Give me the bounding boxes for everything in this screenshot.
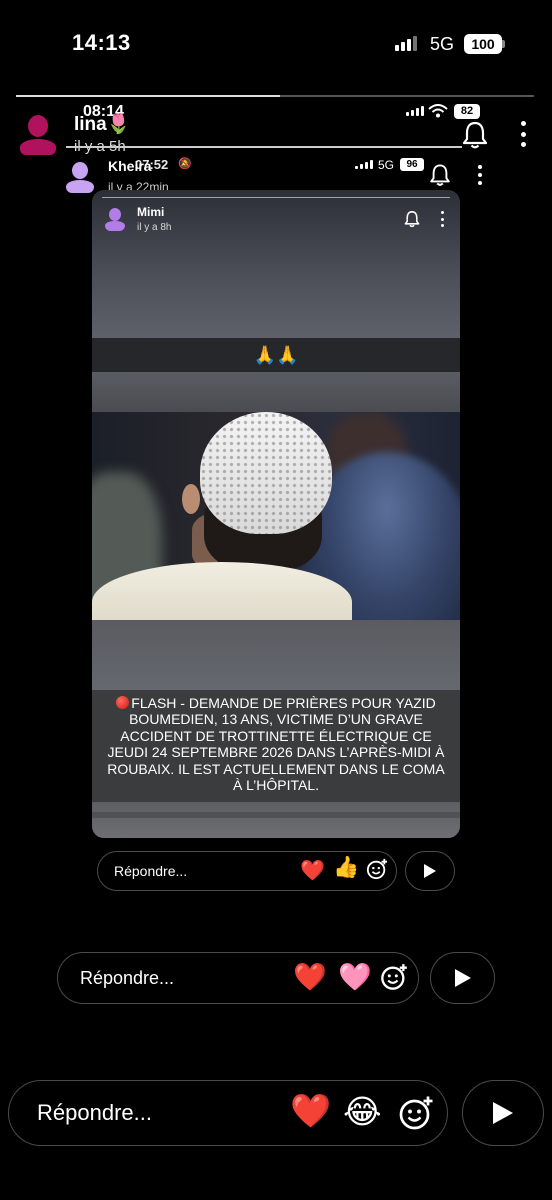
reply-placeholder: Répondre...: [114, 863, 188, 879]
bell-icon[interactable]: [460, 120, 490, 150]
status-time: 14:13: [72, 30, 131, 55]
story-progress-bar: [16, 95, 534, 97]
nested2-signal-icon: [355, 160, 373, 169]
heart-reaction[interactable]: ❤️: [290, 1092, 331, 1131]
signal-icon: [395, 36, 417, 51]
nested-progress-bar: [66, 146, 462, 148]
reply-input[interactable]: Répondre...: [8, 1080, 448, 1146]
more-vertical-icon[interactable]: [476, 165, 484, 185]
battery-level: 100: [464, 34, 502, 54]
red-circle-icon: [116, 696, 130, 709]
avatar-lina[interactable]: [20, 115, 56, 157]
heart-reaction[interactable]: ❤️: [293, 961, 327, 993]
nested-battery-level: 82: [454, 104, 480, 119]
avatar-mimi[interactable]: [105, 208, 125, 232]
send-button[interactable]: [405, 851, 455, 891]
nested2-network-type: 5G: [378, 158, 395, 172]
reply-placeholder: Répondre...: [80, 967, 175, 988]
caption-spacer: [92, 372, 460, 412]
battery-cap: [502, 40, 505, 48]
more-vertical-icon[interactable]: [439, 211, 445, 227]
add-reaction-icon[interactable]: [366, 858, 388, 880]
more-vertical-icon[interactable]: [518, 121, 528, 147]
add-reaction-icon[interactable]: [380, 963, 408, 991]
inner-progress-bar: [102, 197, 450, 198]
laughing-reaction[interactable]: 😂: [343, 1092, 382, 1131]
network-type: 5G: [430, 34, 455, 54]
heart-reaction[interactable]: ❤️: [300, 858, 325, 883]
pink-heart-reaction[interactable]: 🩷: [338, 961, 372, 993]
flash-text: FLASH - DEMANDE DE PRIÈRES POUR YAZID BO…: [107, 695, 445, 794]
reply-placeholder: Répondre...: [37, 1100, 152, 1125]
card-footer: [92, 802, 460, 838]
nested2-status-time: 07:52: [135, 157, 169, 172]
mute-icon: 🔕: [178, 158, 192, 170]
bell-icon[interactable]: [428, 163, 452, 187]
send-icon: [454, 969, 471, 987]
add-reaction-icon[interactable]: [398, 1095, 434, 1131]
thumbs-up-reaction[interactable]: 👍: [333, 856, 359, 880]
prayer-caption: 🙏🙏: [92, 338, 460, 372]
story-photo: [92, 412, 460, 620]
send-button[interactable]: [462, 1080, 544, 1146]
send-button[interactable]: [430, 952, 495, 1004]
inner-story-username[interactable]: Mimi: [137, 205, 164, 219]
inner-story-timestamp: il y a 8h: [137, 222, 172, 233]
story-username[interactable]: lina🌷: [74, 112, 130, 136]
wifi-icon: [428, 104, 448, 118]
nested2-battery-level: 96: [400, 158, 424, 171]
send-icon: [424, 864, 436, 878]
photo-spacer: [92, 620, 460, 690]
flash-news-text: FLASH - DEMANDE DE PRIÈRES POUR YAZID BO…: [92, 690, 460, 802]
send-icon: [493, 1102, 513, 1124]
story-card: Mimi il y a 8h 🙏🙏 FLASH - DEMANDE DE PRI…: [92, 190, 460, 838]
avatar-kheira[interactable]: [66, 162, 94, 194]
nested-signal-icon: [406, 106, 424, 116]
bell-icon[interactable]: [403, 210, 421, 228]
